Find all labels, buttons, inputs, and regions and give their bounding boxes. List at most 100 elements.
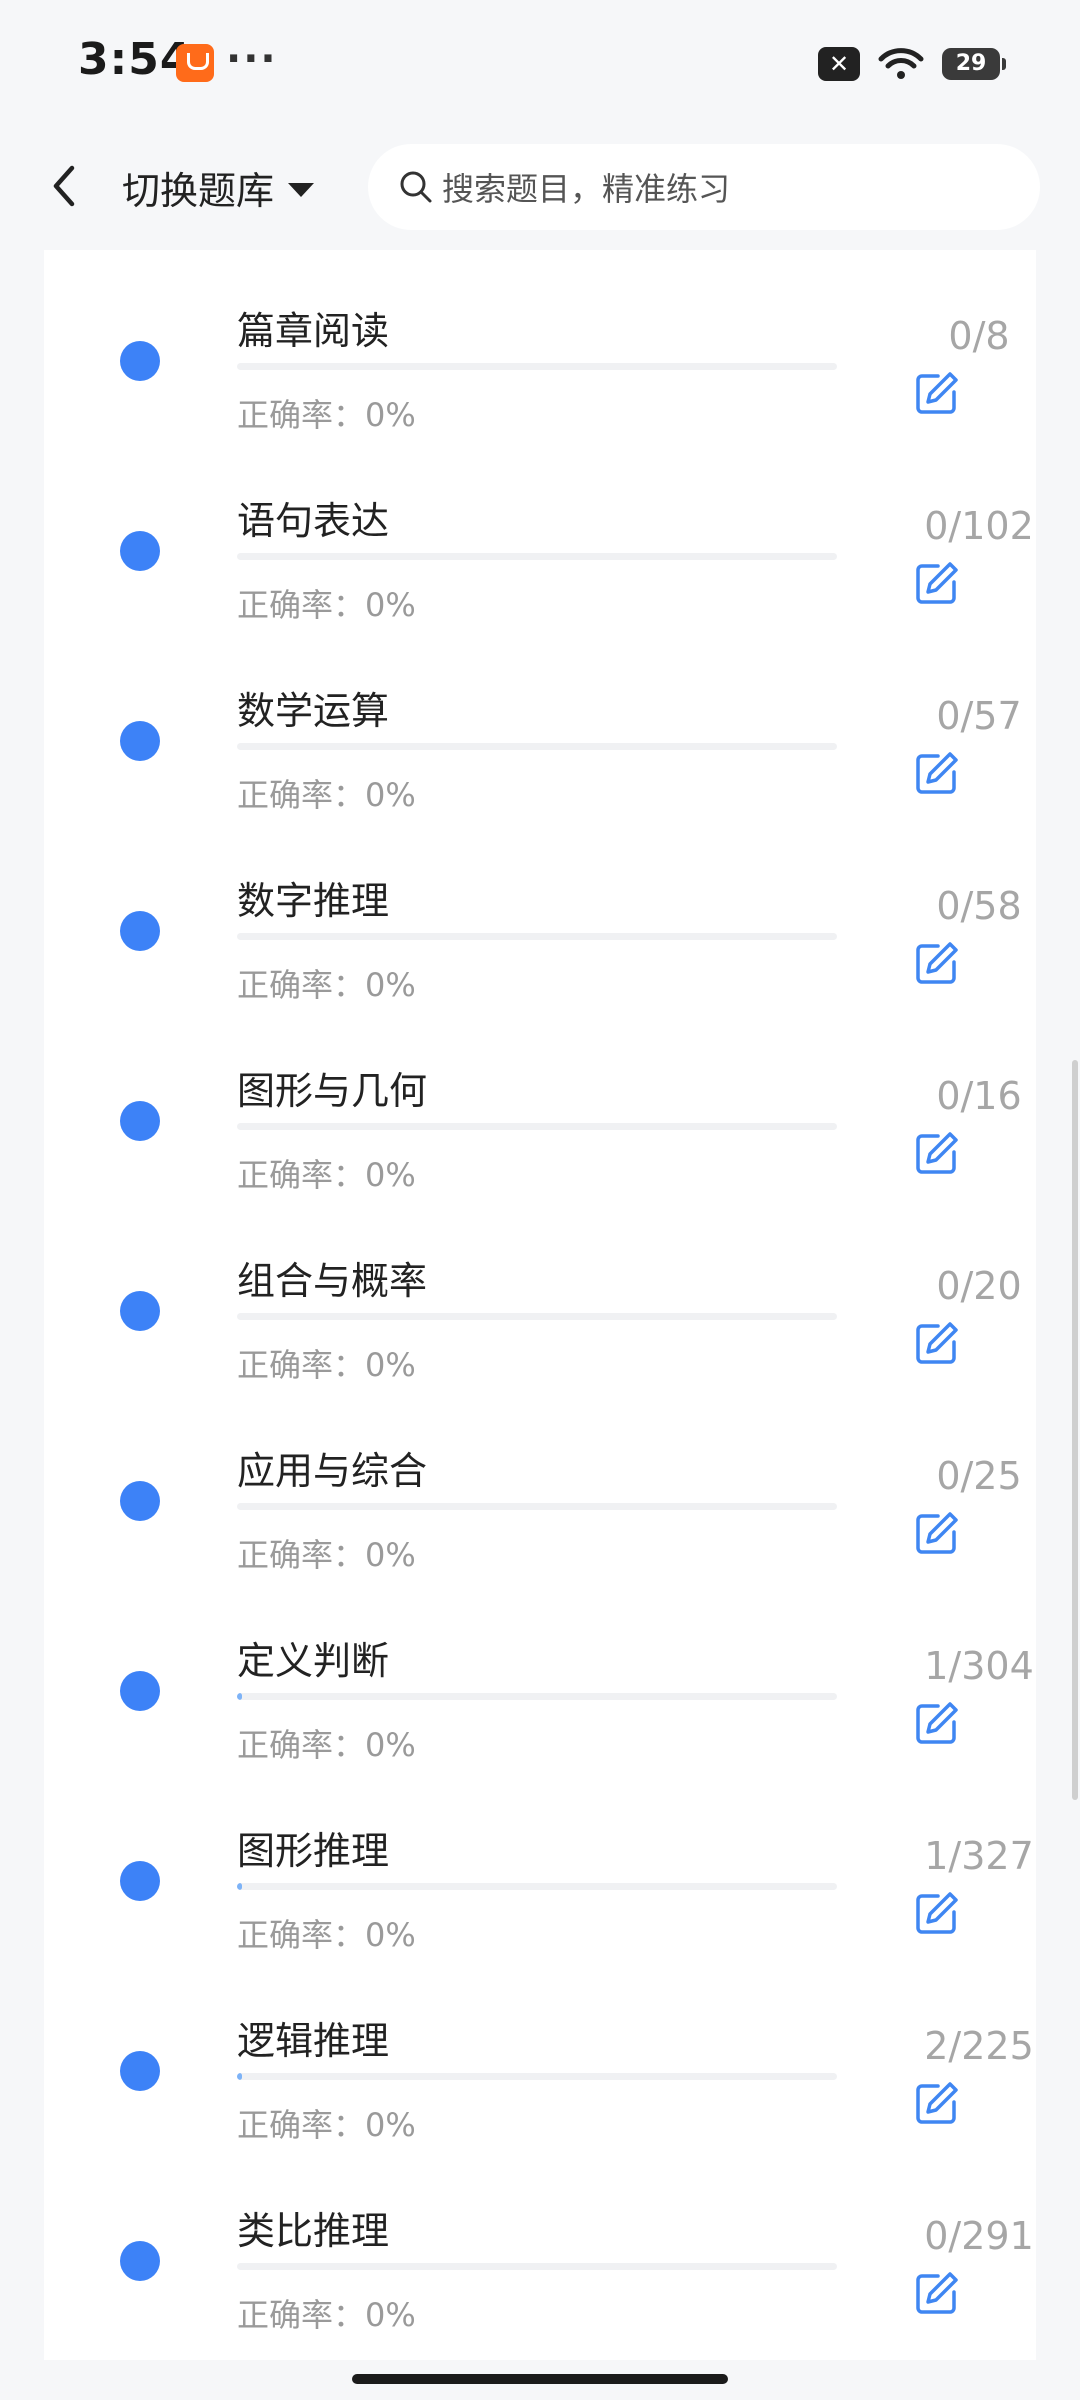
category-title: 数学运算 (237, 689, 390, 733)
progress-bar-fill (237, 1883, 242, 1890)
progress-bar (237, 1883, 837, 1890)
edit-practice-icon[interactable] (914, 1890, 960, 1936)
edit-practice-icon[interactable] (914, 750, 960, 796)
caret-down-icon (288, 182, 315, 197)
category-title: 数字推理 (237, 879, 390, 923)
accuracy-label: 正确率： (237, 2296, 366, 2334)
edit-practice-icon[interactable] (914, 2080, 960, 2126)
edit-practice-icon[interactable] (914, 1510, 960, 1556)
search-placeholder: 搜索题目，精准练习 (442, 170, 731, 208)
accuracy-label: 正确率： (237, 2106, 366, 2144)
category-title: 逻辑推理 (237, 2019, 390, 2063)
accuracy-text: 正确率：0% (237, 1150, 416, 1196)
accuracy-value: 0% (365, 1346, 416, 1384)
edit-practice-icon[interactable] (914, 560, 960, 606)
status-icons: ✕ 29 (818, 44, 1006, 84)
progress-bar (237, 553, 837, 560)
progress-bar (237, 743, 837, 750)
question-count: 0/291 (924, 2214, 1034, 2258)
accuracy-text: 正确率：0% (237, 580, 416, 626)
question-count: 0/8 (948, 314, 1010, 358)
edit-practice-icon[interactable] (914, 2270, 960, 2316)
question-count: 0/102 (924, 504, 1034, 548)
progress-bar-fill (237, 1693, 242, 1700)
edit-practice-icon[interactable] (914, 1320, 960, 1366)
accuracy-value: 0% (365, 396, 416, 434)
home-indicator[interactable] (352, 2374, 728, 2384)
accuracy-text: 正确率：0% (237, 960, 416, 1006)
category-title: 定义判断 (237, 1639, 390, 1683)
bullet-dot-icon (120, 1101, 160, 1141)
accuracy-label: 正确率： (237, 1156, 366, 1194)
edit-practice-icon[interactable] (914, 370, 960, 416)
question-count: 0/57 (936, 694, 1022, 738)
accuracy-text: 正确率：0% (237, 2100, 416, 2146)
edit-practice-icon[interactable] (914, 1130, 960, 1176)
back-arrow-icon[interactable] (40, 156, 90, 216)
bullet-dot-icon (120, 1291, 160, 1331)
bullet-dot-icon (120, 531, 160, 571)
accuracy-text: 正确率：0% (237, 1910, 416, 1956)
list-item[interactable]: 数字推理 正确率：0% 0/58 (44, 820, 1036, 1010)
switch-question-bank-label: 切换题库 (122, 169, 275, 213)
category-list: 篇章阅读 正确率：0% 0/8 语句表达 正确率：0% 0/102 数学运算 正… (44, 250, 1036, 2360)
progress-bar (237, 1693, 837, 1700)
bullet-dot-icon (120, 911, 160, 951)
question-count: 2/225 (924, 2024, 1034, 2068)
bullet-dot-icon (120, 341, 160, 381)
accuracy-value: 0% (365, 1726, 416, 1764)
battery-icon: 29 (942, 48, 1006, 80)
question-count: 1/327 (924, 1834, 1034, 1878)
accuracy-value: 0% (365, 586, 416, 624)
accuracy-value: 0% (365, 2296, 416, 2334)
list-item[interactable]: 定义判断 正确率：0% 1/304 (44, 1580, 1036, 1770)
accuracy-value: 0% (365, 1536, 416, 1574)
category-title: 图形推理 (237, 1829, 390, 1873)
accuracy-text: 正确率：0% (237, 1720, 416, 1766)
list-item[interactable]: 类比推理 正确率：0% 0/291 (44, 2150, 1036, 2340)
category-title: 语句表达 (237, 499, 390, 543)
category-title: 类比推理 (237, 2209, 390, 2253)
accuracy-text: 正确率：0% (237, 770, 416, 816)
progress-bar (237, 1503, 837, 1510)
accuracy-value: 0% (365, 776, 416, 814)
progress-bar (237, 1313, 837, 1320)
status-time: 3:54 (78, 34, 192, 85)
accuracy-value: 0% (365, 966, 416, 1004)
accuracy-label: 正确率： (237, 776, 366, 814)
category-title: 篇章阅读 (237, 309, 390, 353)
list-item[interactable]: 数学运算 正确率：0% 0/57 (44, 630, 1036, 820)
edit-practice-icon[interactable] (914, 940, 960, 986)
wifi-icon (878, 48, 924, 79)
question-count: 0/16 (936, 1074, 1022, 1118)
accuracy-label: 正确率： (237, 396, 366, 434)
list-item[interactable]: 组合与概率 正确率：0% 0/20 (44, 1200, 1036, 1390)
category-title: 应用与综合 (237, 1449, 428, 1493)
switch-question-bank-button[interactable]: 切换题库 (122, 160, 315, 215)
list-item[interactable]: 应用与综合 正确率：0% 0/25 (44, 1390, 1036, 1580)
bullet-dot-icon (120, 2241, 160, 2281)
accuracy-label: 正确率： (237, 1726, 366, 1764)
progress-bar (237, 933, 837, 940)
scrollbar[interactable] (1072, 1060, 1078, 1800)
accuracy-text: 正确率：0% (237, 390, 416, 436)
bullet-dot-icon (120, 2051, 160, 2091)
accuracy-label: 正确率： (237, 966, 366, 1004)
list-item[interactable]: 图形推理 正确率：0% 1/327 (44, 1770, 1036, 1960)
search-input[interactable]: 搜索题目，精准练习 (368, 144, 1040, 230)
close-notification-icon: ✕ (818, 47, 860, 81)
accuracy-label: 正确率： (237, 586, 366, 624)
shopping-bag-icon (176, 44, 214, 82)
more-notifications-icon: ··· (226, 36, 278, 82)
progress-bar (237, 2263, 837, 2270)
list-item[interactable]: 篇章阅读 正确率：0% 0/8 (44, 250, 1036, 440)
list-item[interactable]: 语句表达 正确率：0% 0/102 (44, 440, 1036, 630)
search-icon (400, 171, 432, 203)
progress-bar (237, 1123, 837, 1130)
question-count: 0/58 (936, 884, 1022, 928)
progress-bar (237, 2073, 837, 2080)
accuracy-label: 正确率： (237, 1536, 366, 1574)
list-item[interactable]: 逻辑推理 正确率：0% 2/225 (44, 1960, 1036, 2150)
edit-practice-icon[interactable] (914, 1700, 960, 1746)
list-item[interactable]: 图形与几何 正确率：0% 0/16 (44, 1010, 1036, 1200)
